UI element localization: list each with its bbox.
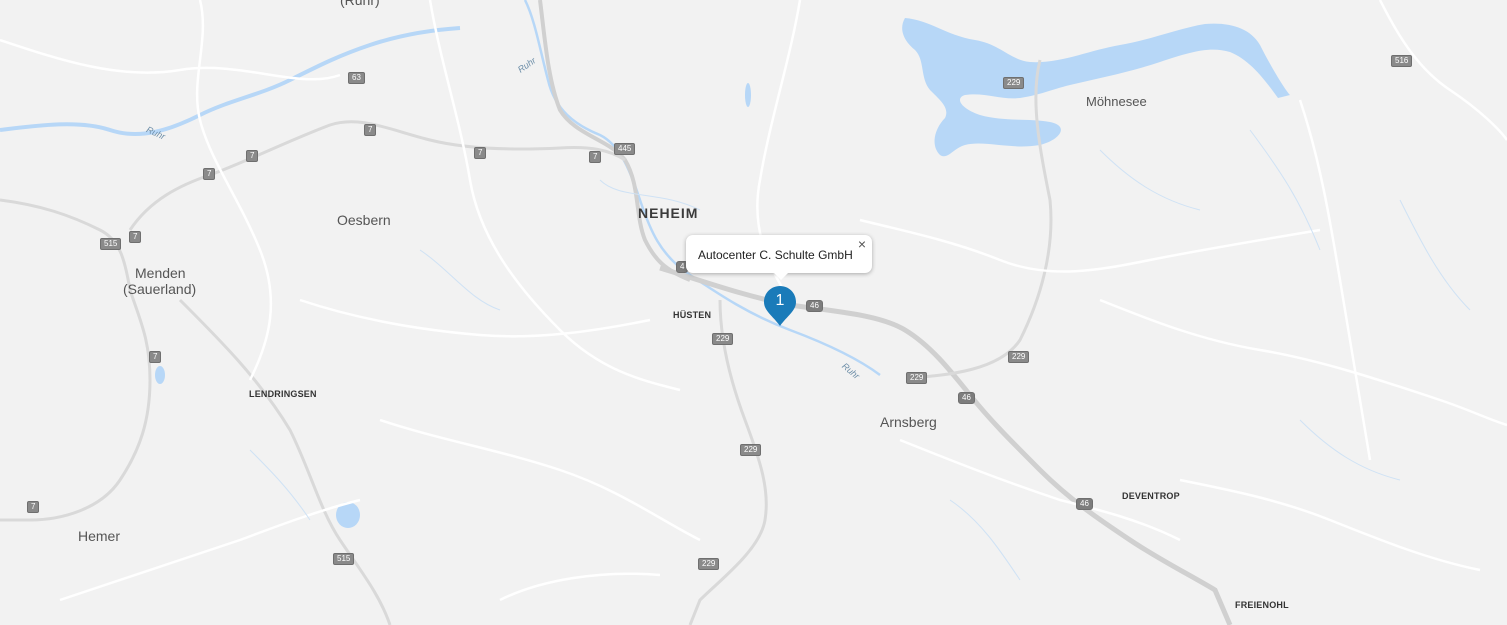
road-shield: 229 — [712, 333, 734, 345]
road-shield: 7 — [589, 151, 602, 163]
road-shield: 229 — [906, 372, 928, 384]
location-marker[interactable]: 1 — [763, 285, 797, 327]
road-shield: 46 — [806, 300, 823, 312]
road-shield: 46 — [958, 392, 975, 404]
info-window: Autocenter C. Schulte GmbH × — [686, 235, 872, 280]
moehnesee-lake — [902, 18, 1290, 157]
place-neheim: NEHEIM — [638, 205, 699, 221]
place-deventrop: DEVENTROP — [1122, 491, 1180, 501]
road-shield: 515 — [100, 238, 122, 250]
place-oesbern: Oesbern — [337, 212, 391, 228]
info-window-tail — [774, 273, 788, 280]
map-canvas[interactable]: (Ruhr) NEHEIM Oesbern Menden (Sauerland)… — [0, 0, 1507, 625]
place-freienohl: FREIENOHL — [1235, 600, 1289, 610]
place-hemer: Hemer — [78, 528, 121, 544]
road-shield: 7 — [27, 501, 40, 513]
small-lake — [745, 83, 751, 107]
place-lendringsen: LENDRINGSEN — [249, 389, 317, 399]
road-shield: 515 — [333, 553, 355, 565]
small-lake — [155, 366, 165, 384]
road-shield: 7 — [203, 168, 216, 180]
road-shield: 63 — [348, 72, 365, 84]
road-515 — [178, 298, 392, 625]
road-shield: 46 — [1076, 498, 1093, 510]
place-menden-sub: (Sauerland) — [123, 281, 197, 297]
road-b7 — [0, 198, 152, 522]
highway-a445 — [538, 0, 691, 282]
place-arnsberg: Arnsberg — [880, 414, 937, 430]
road-229 — [688, 299, 768, 625]
map-base-layer — [0, 0, 1507, 625]
road-shield: 7 — [246, 150, 259, 162]
road-shield: 229 — [1008, 351, 1030, 363]
road-229 — [909, 59, 1053, 380]
place-moehnesee: Möhnesee — [1086, 94, 1147, 109]
place-huesten: HÜSTEN — [673, 310, 712, 320]
road-shield: 7 — [474, 147, 487, 159]
road-shield: 445 — [614, 143, 636, 155]
road-shield: 229 — [740, 444, 762, 456]
road-shield: 229 — [1003, 77, 1025, 89]
info-window-title: Autocenter C. Schulte GmbH — [698, 248, 853, 262]
road-shield: 516 — [1391, 55, 1413, 67]
close-icon[interactable]: × — [855, 237, 869, 251]
road-shield: 229 — [698, 558, 720, 570]
ruhr-river — [0, 26, 461, 137]
place-ruhr-top: (Ruhr) — [340, 0, 380, 8]
place-menden: Menden — [135, 265, 186, 281]
road-shield: 7 — [129, 231, 142, 243]
road-shield: 7 — [149, 351, 162, 363]
road-shield: 7 — [364, 124, 377, 136]
marker-number: 1 — [775, 292, 785, 309]
